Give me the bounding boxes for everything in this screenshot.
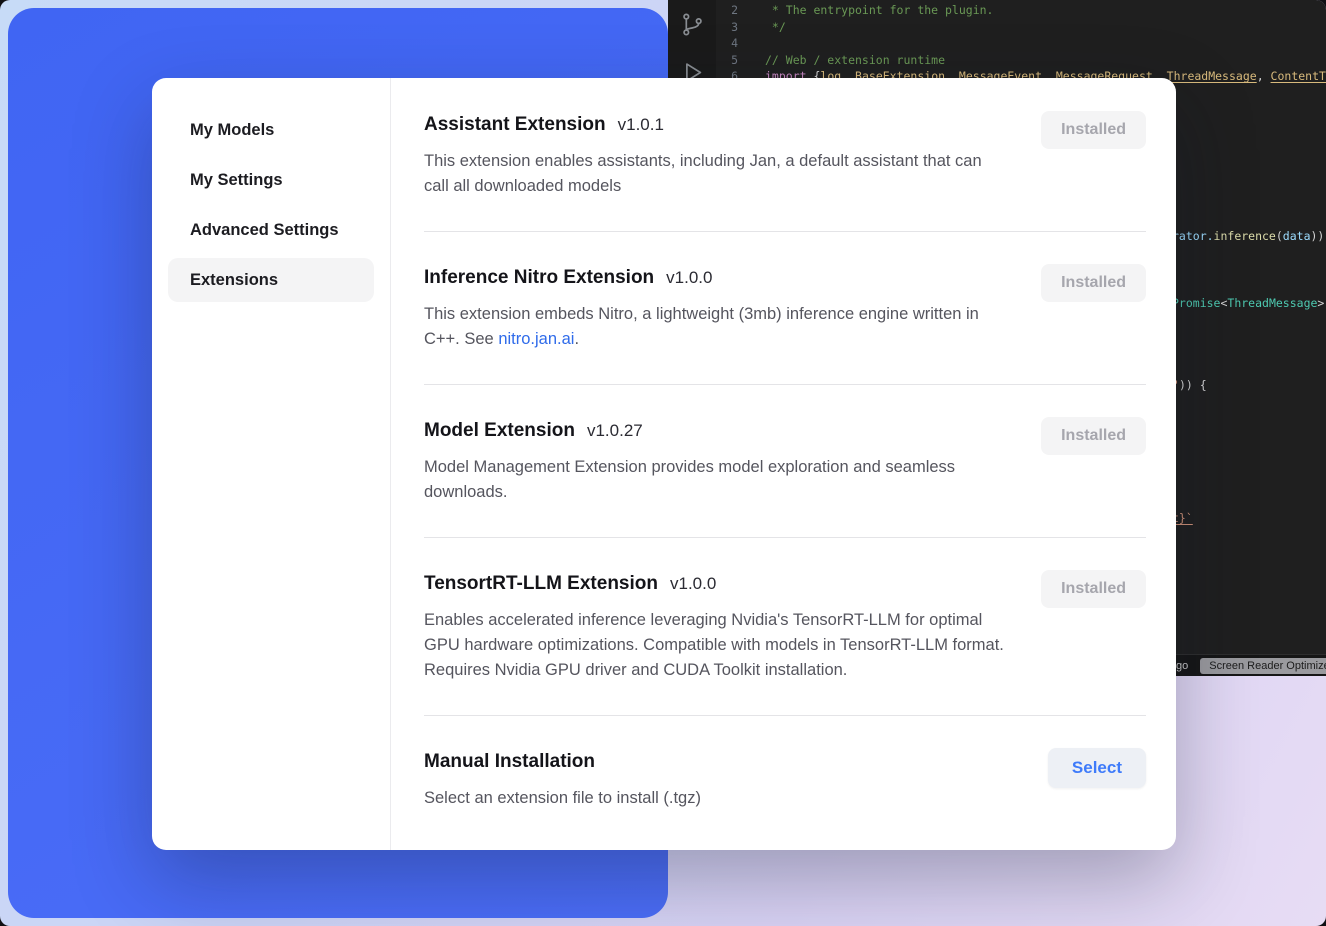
extension-title: Model Extension: [424, 417, 575, 445]
extension-info: Assistant Extension v1.0.1 This extensio…: [424, 111, 1006, 199]
extension-description: Model Management Extension provides mode…: [424, 455, 1006, 505]
extension-title: TensortRT-LLM Extension: [424, 570, 658, 598]
status-bar-text: go: [1176, 660, 1188, 672]
installed-button[interactable]: Installed: [1041, 570, 1146, 608]
extension-title: Inference Nitro Extension: [424, 264, 654, 292]
source-control-icon[interactable]: [678, 10, 706, 38]
extension-row-inference-nitro: Inference Nitro Extension v1.0.0 This ex…: [424, 231, 1146, 384]
extension-row-tensorrt-llm: TensortRT-LLM Extension v1.0.0 Enables a…: [424, 537, 1146, 715]
code-fragment: Promise<ThreadMessage>: [1172, 296, 1324, 310]
extension-info: Inference Nitro Extension v1.0.0 This ex…: [424, 264, 1006, 352]
extension-description: This extension enables assistants, inclu…: [424, 149, 1006, 199]
sidebar-item-my-settings[interactable]: My Settings: [168, 158, 374, 202]
installed-button[interactable]: Installed: [1041, 264, 1146, 302]
nitro-jan-ai-link[interactable]: nitro.jan.ai: [498, 330, 574, 348]
extension-row-assistant: Assistant Extension v1.0.1 This extensio…: [424, 111, 1146, 231]
desktop-background: 2 * The entrypoint for the plugin.3 */45…: [0, 0, 1326, 926]
code-fragment: rator.inference(data));: [1172, 229, 1326, 243]
code-line: 3 */: [716, 19, 1326, 36]
extension-description: This extension embeds Nitro, a lightweig…: [424, 302, 1006, 352]
code-fragment: ")) {: [1172, 378, 1207, 392]
settings-modal: My Models My Settings Advanced Settings …: [152, 78, 1176, 850]
select-file-button[interactable]: Select: [1048, 748, 1146, 788]
description-text: .: [574, 330, 579, 348]
sidebar-item-label: Extensions: [190, 271, 278, 290]
manual-installation-row: Manual Installation Select an extension …: [424, 715, 1146, 843]
sidebar-item-label: My Settings: [190, 171, 283, 190]
sidebar-item-my-models[interactable]: My Models: [168, 108, 374, 152]
extension-version: v1.0.1: [618, 111, 664, 139]
extension-title: Assistant Extension: [424, 111, 606, 139]
manual-installation-description: Select an extension file to install (.tg…: [424, 786, 701, 811]
extension-info: TensortRT-LLM Extension v1.0.0 Enables a…: [424, 570, 1006, 683]
extension-info: Model Extension v1.0.27 Model Management…: [424, 417, 1006, 505]
extension-row-model: Model Extension v1.0.27 Model Management…: [424, 384, 1146, 537]
extension-description: Enables accelerated inference leveraging…: [424, 608, 1006, 683]
extension-version: v1.0.0: [666, 264, 712, 292]
sidebar-item-advanced-settings[interactable]: Advanced Settings: [168, 208, 374, 252]
sidebar-item-extensions[interactable]: Extensions: [168, 258, 374, 302]
code-line: 4: [716, 35, 1326, 52]
editor-code-area: 2 * The entrypoint for the plugin.3 */45…: [716, 2, 1326, 85]
installed-button[interactable]: Installed: [1041, 417, 1146, 455]
extension-version: v1.0.27: [587, 417, 643, 445]
settings-sidebar: My Models My Settings Advanced Settings …: [152, 78, 391, 850]
extensions-panel: Assistant Extension v1.0.1 This extensio…: [391, 78, 1176, 850]
screen-reader-optimized-badge: Screen Reader Optimized: [1200, 658, 1326, 674]
installed-button[interactable]: Installed: [1041, 111, 1146, 149]
extension-info: Manual Installation Select an extension …: [424, 748, 701, 811]
sidebar-item-label: Advanced Settings: [190, 221, 339, 240]
extension-version: v1.0.0: [670, 570, 716, 598]
manual-installation-title: Manual Installation: [424, 748, 595, 776]
code-line: 2 * The entrypoint for the plugin.: [716, 2, 1326, 19]
sidebar-item-label: My Models: [190, 121, 274, 140]
code-line: 5// Web / extension runtime: [716, 52, 1326, 69]
